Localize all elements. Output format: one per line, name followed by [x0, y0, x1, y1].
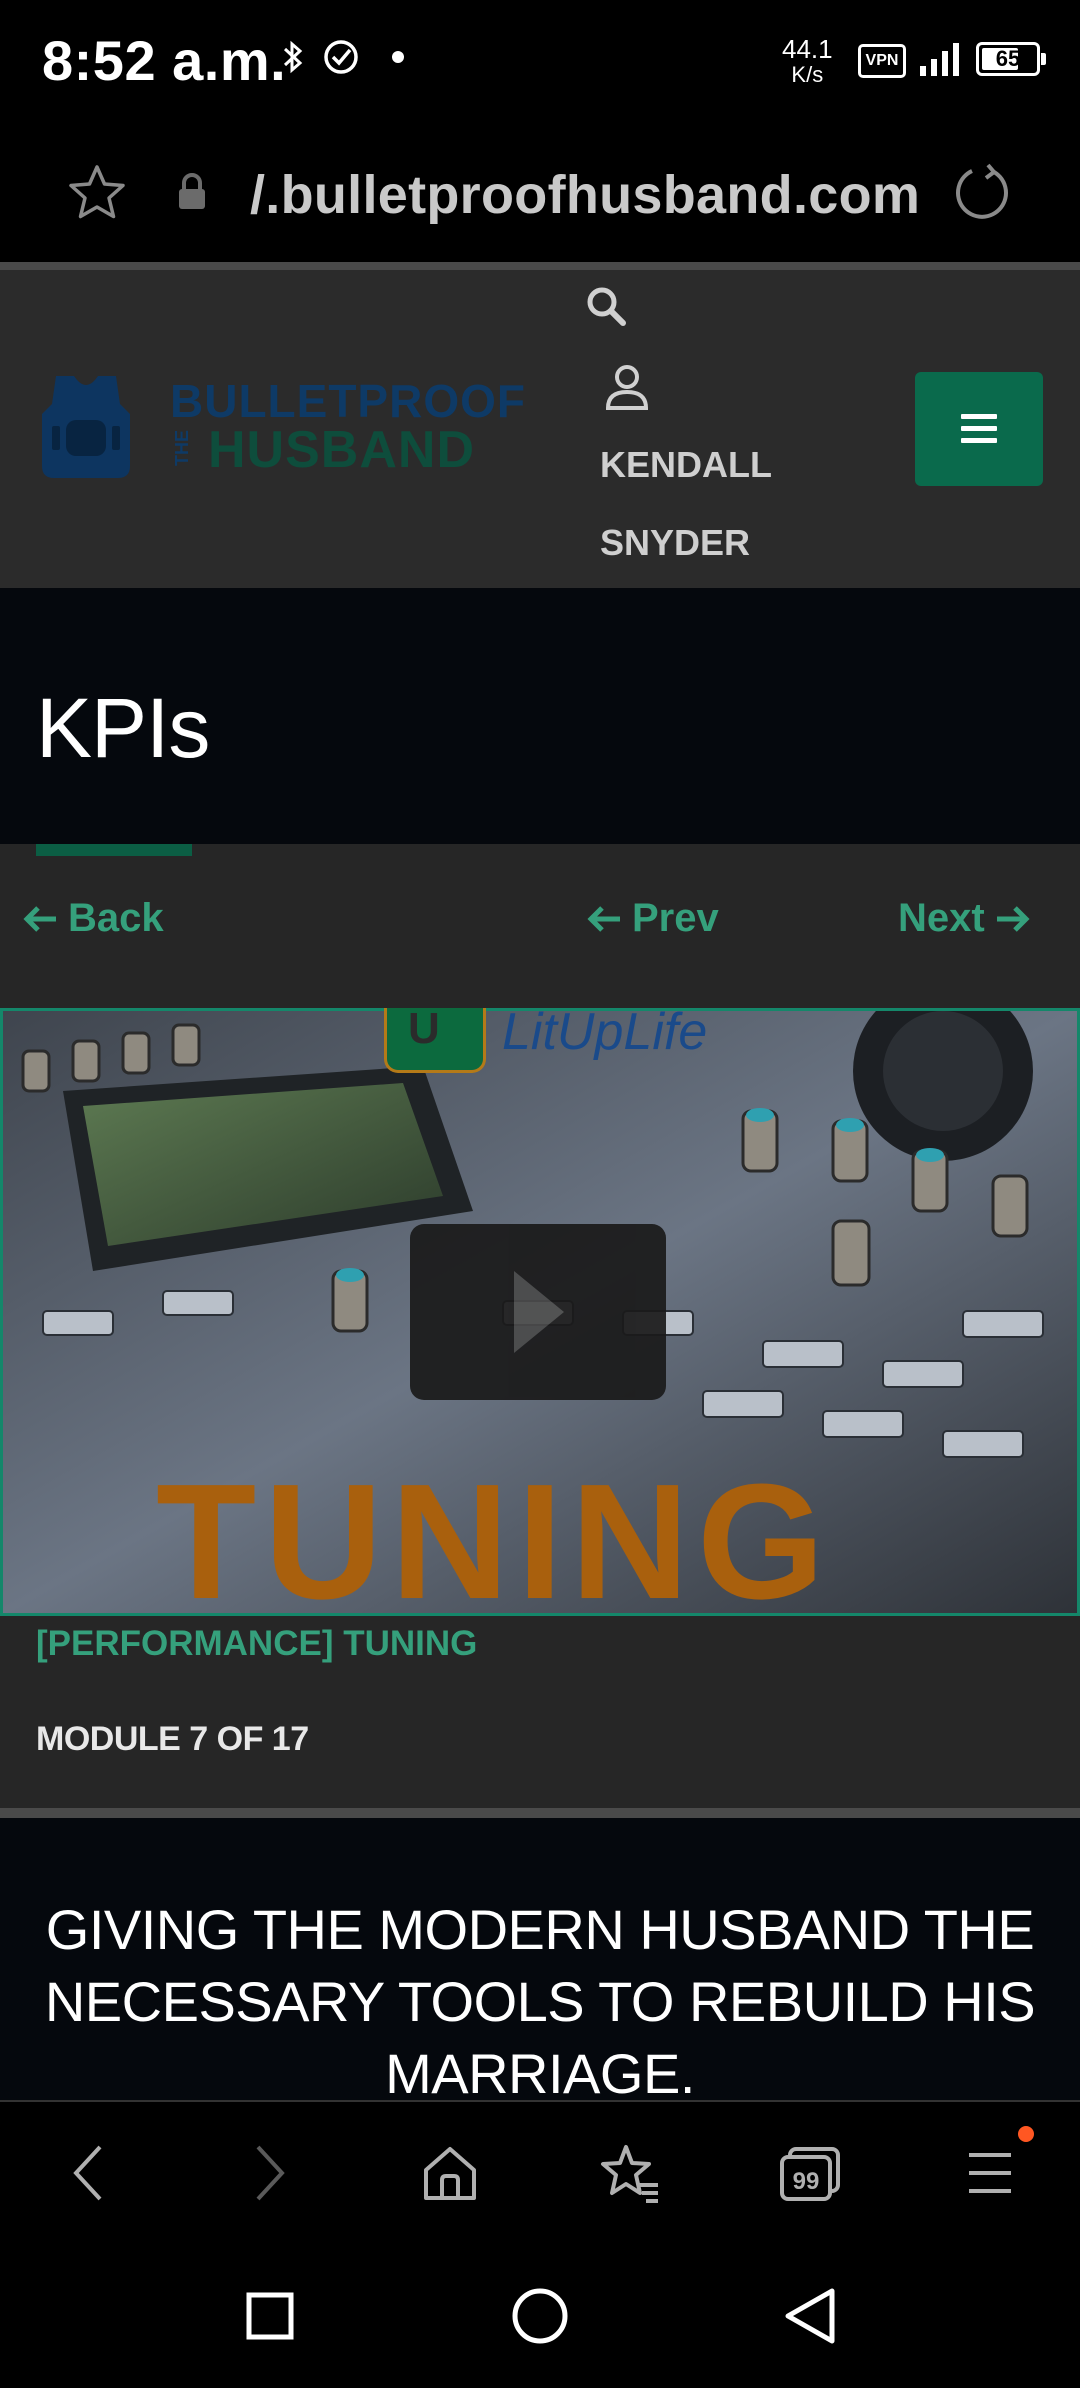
browser-home-button[interactable] — [410, 2138, 490, 2208]
title-accent-bar — [36, 844, 192, 856]
reload-icon[interactable] — [952, 162, 1014, 224]
brand-name: LitUpLife — [502, 1003, 708, 1061]
vest-logo-icon[interactable] — [36, 370, 136, 484]
user-last-name[interactable]: SNYDER — [600, 522, 750, 564]
tabs-icon: 99 — [780, 2147, 840, 2201]
network-speed-value: 44.1 — [782, 34, 833, 64]
user-first-name[interactable]: KENDALL — [600, 444, 772, 486]
brand-badge-letter: U — [408, 1004, 440, 1053]
arrow-left-icon — [587, 905, 620, 932]
hamburger-icon — [961, 414, 997, 443]
search-icon[interactable] — [584, 284, 628, 328]
browser-tabs-button[interactable]: 99 — [770, 2138, 850, 2208]
logo-wordmark-the: THE — [172, 430, 192, 466]
recents-button[interactable] — [230, 2276, 310, 2356]
arrow-left-icon — [23, 905, 56, 932]
triangle-back-icon — [785, 2288, 835, 2344]
network-speed-unit: K/s — [791, 62, 824, 87]
bluetooth-icon — [283, 40, 303, 74]
star-list-icon — [601, 2145, 658, 2203]
module-count: MODULE 7 OF 17 — [36, 1720, 309, 1758]
next-link[interactable]: Next — [898, 896, 1031, 941]
divider — [0, 1808, 1080, 1818]
svg-text:99: 99 — [793, 2168, 820, 2195]
menu-lines-icon — [969, 2153, 1011, 2193]
signal-icon — [920, 43, 959, 76]
home-icon — [424, 2147, 476, 2200]
lesson-title: [PERFORMANCE] TUNING — [36, 1624, 478, 1663]
back-label: Back — [68, 896, 164, 940]
vpn-badge: VPN — [858, 44, 906, 78]
browser-toolbar — [0, 2100, 1080, 2244]
user-icon[interactable] — [604, 362, 650, 412]
bookmark-star-icon[interactable] — [66, 162, 128, 224]
browser-menu-button[interactable] — [950, 2138, 1030, 2208]
browser-forward-button[interactable] — [230, 2138, 310, 2208]
next-label: Next — [898, 896, 985, 940]
tagline: GIVING THE MODERN HUSBAND THE NECESSARY … — [44, 1898, 1036, 2105]
divider — [0, 262, 1080, 270]
check-circle-icon — [324, 40, 358, 74]
arrow-right-icon — [996, 905, 1030, 932]
system-back-button[interactable] — [770, 2276, 850, 2356]
network-speed: 44.1 K/s — [782, 36, 833, 88]
clock: 8:52 a.m. — [42, 29, 287, 92]
back-link[interactable]: Back — [22, 896, 164, 941]
notification-dot — [1018, 2126, 1034, 2142]
square-icon — [246, 2292, 294, 2340]
play-icon — [514, 1271, 564, 1353]
battery-icon: 65 — [976, 42, 1046, 76]
prev-link[interactable]: Prev — [586, 896, 719, 941]
notification-dot-icon — [392, 51, 404, 63]
logo-wordmark-bottom: HUSBAND — [208, 421, 475, 479]
menu-button[interactable] — [915, 372, 1043, 486]
browser-bookmarks-button[interactable] — [590, 2138, 670, 2208]
video-overlay-title: TUNING — [156, 1450, 833, 1633]
url-text[interactable]: /.bulletproofhusband.com — [250, 164, 920, 226]
status-icons-left — [282, 38, 408, 76]
prev-label: Prev — [632, 896, 719, 940]
circle-icon — [512, 2288, 568, 2344]
lock-icon — [179, 173, 205, 209]
chevron-left-icon — [73, 2145, 102, 2201]
battery-level: 65 — [995, 46, 1021, 71]
browser-back-button[interactable] — [48, 2138, 128, 2208]
play-button[interactable] — [410, 1224, 666, 1400]
home-button[interactable] — [500, 2276, 580, 2356]
chevron-right-icon — [256, 2145, 285, 2201]
page-title: KPIs — [36, 681, 210, 775]
